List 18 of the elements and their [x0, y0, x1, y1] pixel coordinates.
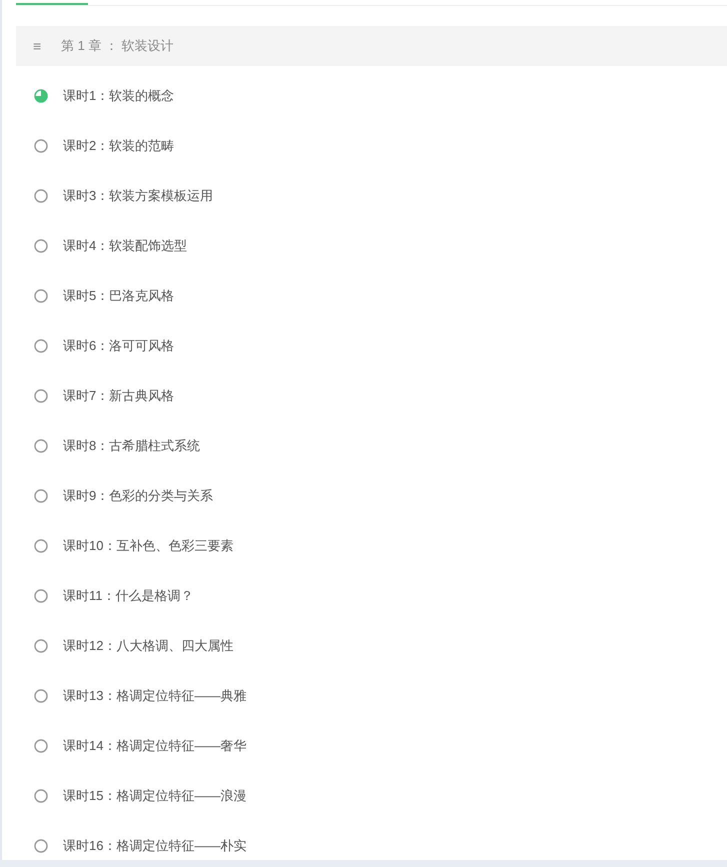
lesson-title[interactable]: 课时10：互补色、色彩三要素 — [63, 537, 234, 555]
lesson-title[interactable]: 课时3：软装方案模板运用 — [63, 187, 214, 205]
lesson-title[interactable]: 课时13：格调定位特征——典雅 — [63, 687, 246, 705]
lesson-title[interactable]: 课时12：八大格调、四大属性 — [63, 637, 234, 655]
menu-icon: ≡ — [33, 38, 45, 54]
lesson-title[interactable]: 课时2：软装的范畴 — [63, 137, 174, 155]
lesson-title[interactable]: 课时4：软装配饰选型 — [63, 237, 188, 255]
lesson-title[interactable]: 课时1：软装的概念 — [63, 87, 174, 105]
lesson-title[interactable]: 课时9：色彩的分类与关系 — [63, 487, 214, 505]
lesson-title[interactable]: 课时6：洛可可风格 — [63, 337, 174, 355]
lesson-title[interactable]: 课时5：巴洛克风格 — [63, 287, 174, 305]
lesson-title[interactable]: 课时11：什么是格调？ — [63, 587, 194, 605]
lesson-title[interactable]: 课时8：古希腊柱式系统 — [63, 437, 200, 455]
lesson-title[interactable]: 课时16：格调定位特征——朴实 — [63, 837, 246, 855]
lesson-title[interactable]: 课时14：格调定位特征——奢华 — [63, 737, 246, 755]
lesson-title[interactable]: 课时7：新古典风格 — [63, 387, 174, 405]
chapter-title: 第 1 章 ： 软装设计 — [61, 37, 174, 55]
lesson-title[interactable]: 课时15：格调定位特征——浪漫 — [63, 787, 246, 805]
